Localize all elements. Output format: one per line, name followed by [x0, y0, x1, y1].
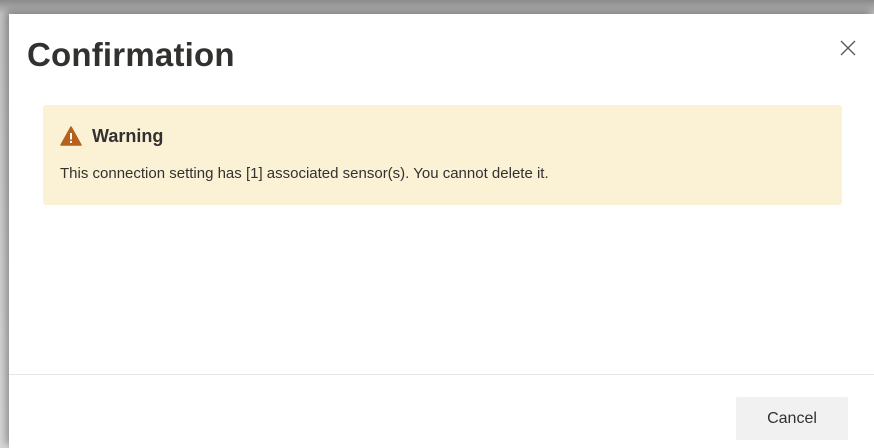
confirmation-dialog: Confirmation Warning This connection set…	[9, 14, 874, 448]
cancel-button[interactable]: Cancel	[736, 397, 848, 440]
warning-header: Warning	[60, 123, 163, 149]
close-button[interactable]	[836, 36, 860, 60]
warning-title: Warning	[92, 126, 164, 146]
footer-divider	[9, 374, 874, 375]
warning-icon	[60, 126, 82, 146]
warning-message-bar: Warning This connection setting has [1] …	[43, 105, 842, 205]
dialog-title: Confirmation	[27, 36, 235, 73]
warning-text: This connection setting has [1] associat…	[60, 165, 549, 182]
close-icon	[840, 40, 856, 56]
